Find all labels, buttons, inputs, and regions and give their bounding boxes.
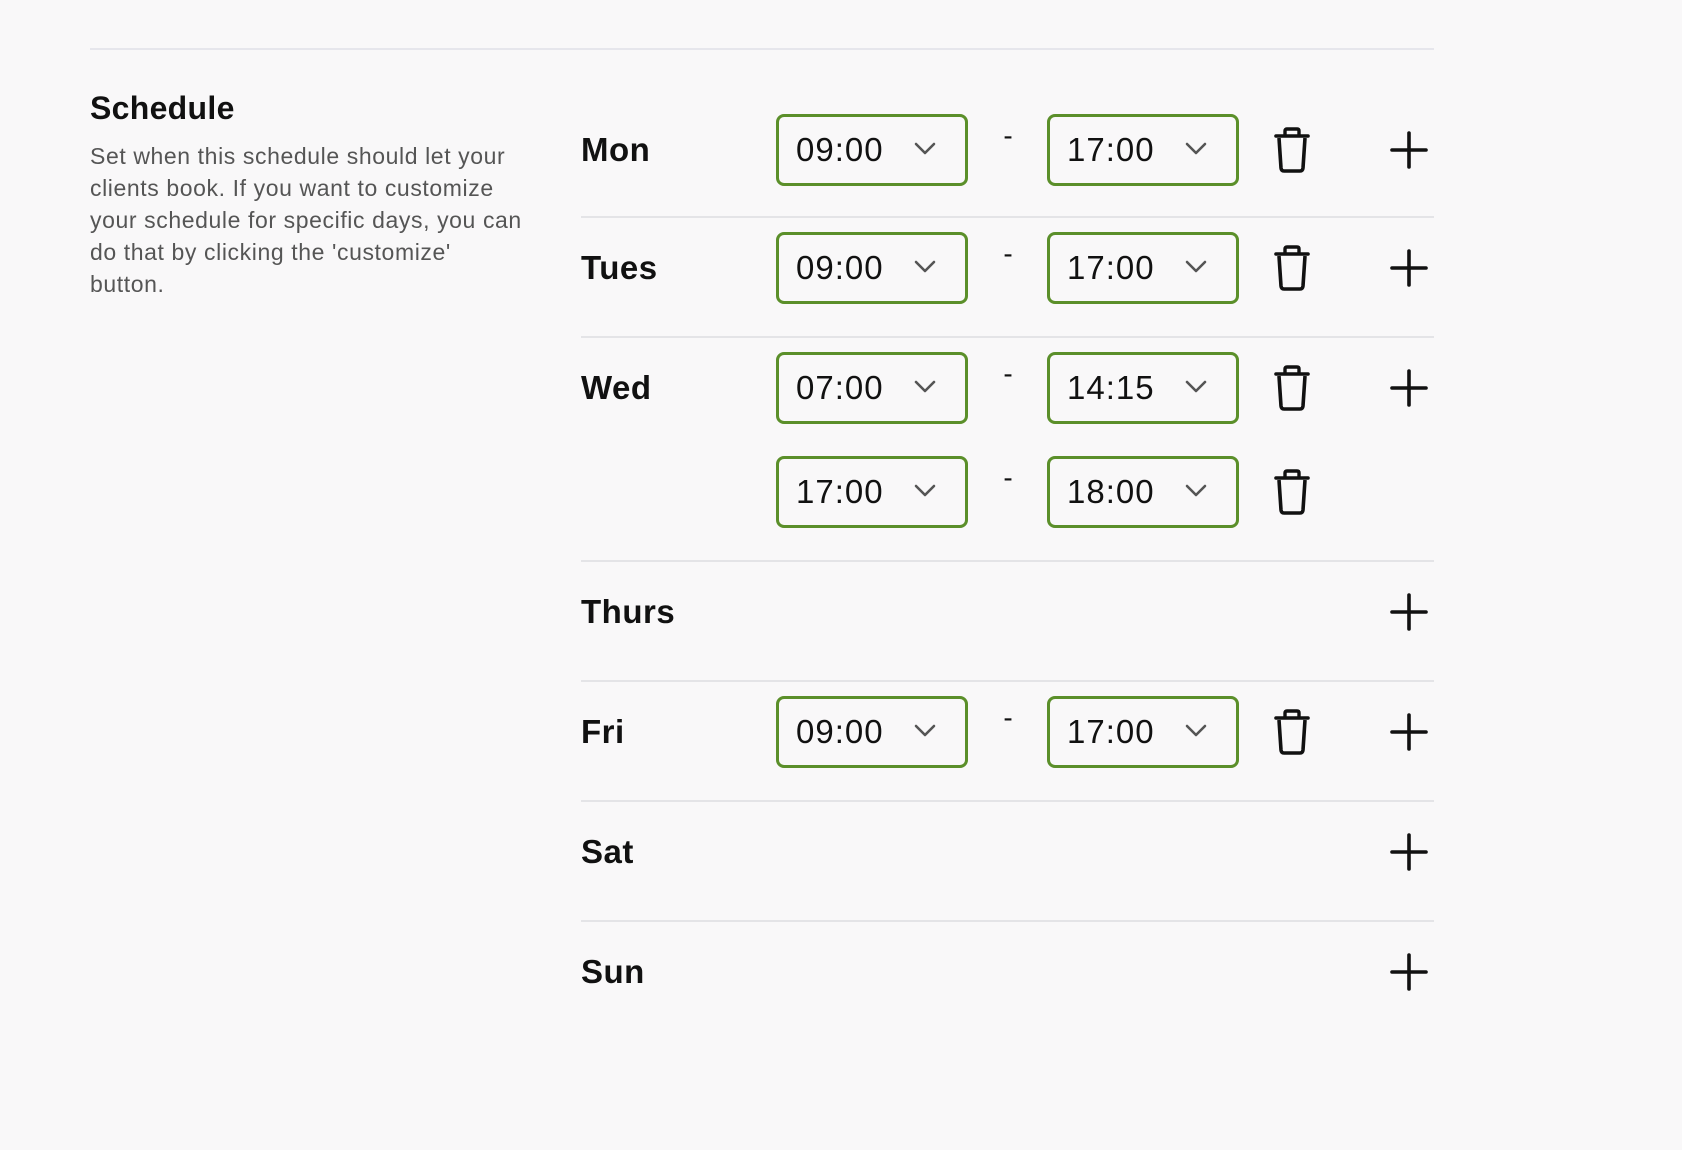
add-slot-button-fri[interactable] [1389, 712, 1429, 752]
time-slot: 09:00 - 17:00 [581, 114, 1434, 186]
start-time-value: 09:00 [796, 131, 884, 168]
plus-icon [1390, 249, 1428, 287]
start-time-value: 09:00 [796, 249, 884, 286]
add-slot-button-sun[interactable] [1389, 952, 1429, 992]
day-row-thurs: Thurs [581, 562, 1434, 682]
delete-slot-button[interactable] [1270, 127, 1314, 173]
add-slot-button-sat[interactable] [1389, 832, 1429, 872]
chevron-down-icon [913, 259, 937, 275]
trash-icon [1274, 365, 1310, 411]
end-time-value: 18:00 [1067, 473, 1155, 510]
schedule-settings-page: Schedule Set when this schedule should l… [0, 0, 1682, 1150]
end-time-value: 17:00 [1067, 713, 1155, 750]
delete-slot-button[interactable] [1270, 709, 1314, 755]
weekly-schedule: Mon 09:00-17:00 Tues 09:00-17:00 Wed 07:00-14… [581, 114, 1434, 1040]
top-divider [90, 48, 1434, 50]
range-separator: - [1003, 358, 1013, 389]
section-title: Schedule [90, 90, 235, 126]
add-slot-button-tues[interactable] [1389, 248, 1429, 288]
delete-slot-button[interactable] [1270, 365, 1314, 411]
range-separator: - [1003, 462, 1013, 493]
plus-icon [1390, 833, 1428, 871]
range-separator: - [1003, 120, 1013, 151]
add-slot-button-thurs[interactable] [1389, 592, 1429, 632]
end-time-value: 17:00 [1067, 131, 1155, 168]
time-slot: 09:00 - 17:00 [581, 232, 1434, 304]
end-time-select[interactable]: 14:15 [1047, 352, 1239, 424]
chevron-down-icon [913, 723, 937, 739]
start-time-select[interactable]: 09:00 [776, 232, 968, 304]
end-time-value: 17:00 [1067, 249, 1155, 286]
time-slot: 07:00 - 14:15 [581, 352, 1434, 424]
chevron-down-icon [913, 141, 937, 157]
start-time-value: 09:00 [796, 713, 884, 750]
start-time-select[interactable]: 07:00 [776, 352, 968, 424]
trash-icon [1274, 709, 1310, 755]
delete-slot-button[interactable] [1270, 469, 1314, 515]
plus-icon [1390, 593, 1428, 631]
chevron-down-icon [1184, 723, 1208, 739]
start-time-select[interactable]: 09:00 [776, 114, 968, 186]
day-row-sat: Sat [581, 802, 1434, 922]
chevron-down-icon [913, 483, 937, 499]
chevron-down-icon [1184, 259, 1208, 275]
start-time-value: 07:00 [796, 369, 884, 406]
start-time-value: 17:00 [796, 473, 884, 510]
range-separator: - [1003, 702, 1013, 733]
schedule-intro: Schedule Set when this schedule should l… [90, 88, 530, 300]
end-time-select[interactable]: 17:00 [1047, 232, 1239, 304]
start-time-select[interactable]: 09:00 [776, 696, 968, 768]
time-slot: 17:00 - 18:00 [581, 456, 1434, 528]
plus-icon [1390, 953, 1428, 991]
section-description: Set when this schedule should let your c… [90, 143, 522, 297]
chevron-down-icon [1184, 379, 1208, 395]
plus-icon [1390, 369, 1428, 407]
chevron-down-icon [1184, 141, 1208, 157]
end-time-select[interactable]: 18:00 [1047, 456, 1239, 528]
end-time-select[interactable]: 17:00 [1047, 696, 1239, 768]
day-row-sun: Sun [581, 922, 1434, 1040]
trash-icon [1274, 245, 1310, 291]
plus-icon [1390, 131, 1428, 169]
plus-icon [1390, 713, 1428, 751]
start-time-select[interactable]: 17:00 [776, 456, 968, 528]
day-row-wed: Wed 07:00-14:15 17:00-18:00 [581, 338, 1434, 562]
add-slot-button-wed[interactable] [1389, 368, 1429, 408]
day-row-fri: Fri 09:00-17:00 [581, 682, 1434, 802]
trash-icon [1274, 469, 1310, 515]
empty-slot [581, 936, 1434, 1008]
end-time-value: 14:15 [1067, 369, 1155, 406]
time-slot: 09:00 - 17:00 [581, 696, 1434, 768]
end-time-select[interactable]: 17:00 [1047, 114, 1239, 186]
chevron-down-icon [1184, 483, 1208, 499]
day-row-tues: Tues 09:00-17:00 [581, 218, 1434, 338]
range-separator: - [1003, 238, 1013, 269]
empty-slot [581, 576, 1434, 648]
empty-slot [581, 816, 1434, 888]
day-row-mon: Mon 09:00-17:00 [581, 114, 1434, 218]
trash-icon [1274, 127, 1310, 173]
chevron-down-icon [913, 379, 937, 395]
delete-slot-button[interactable] [1270, 245, 1314, 291]
add-slot-button-mon[interactable] [1389, 130, 1429, 170]
